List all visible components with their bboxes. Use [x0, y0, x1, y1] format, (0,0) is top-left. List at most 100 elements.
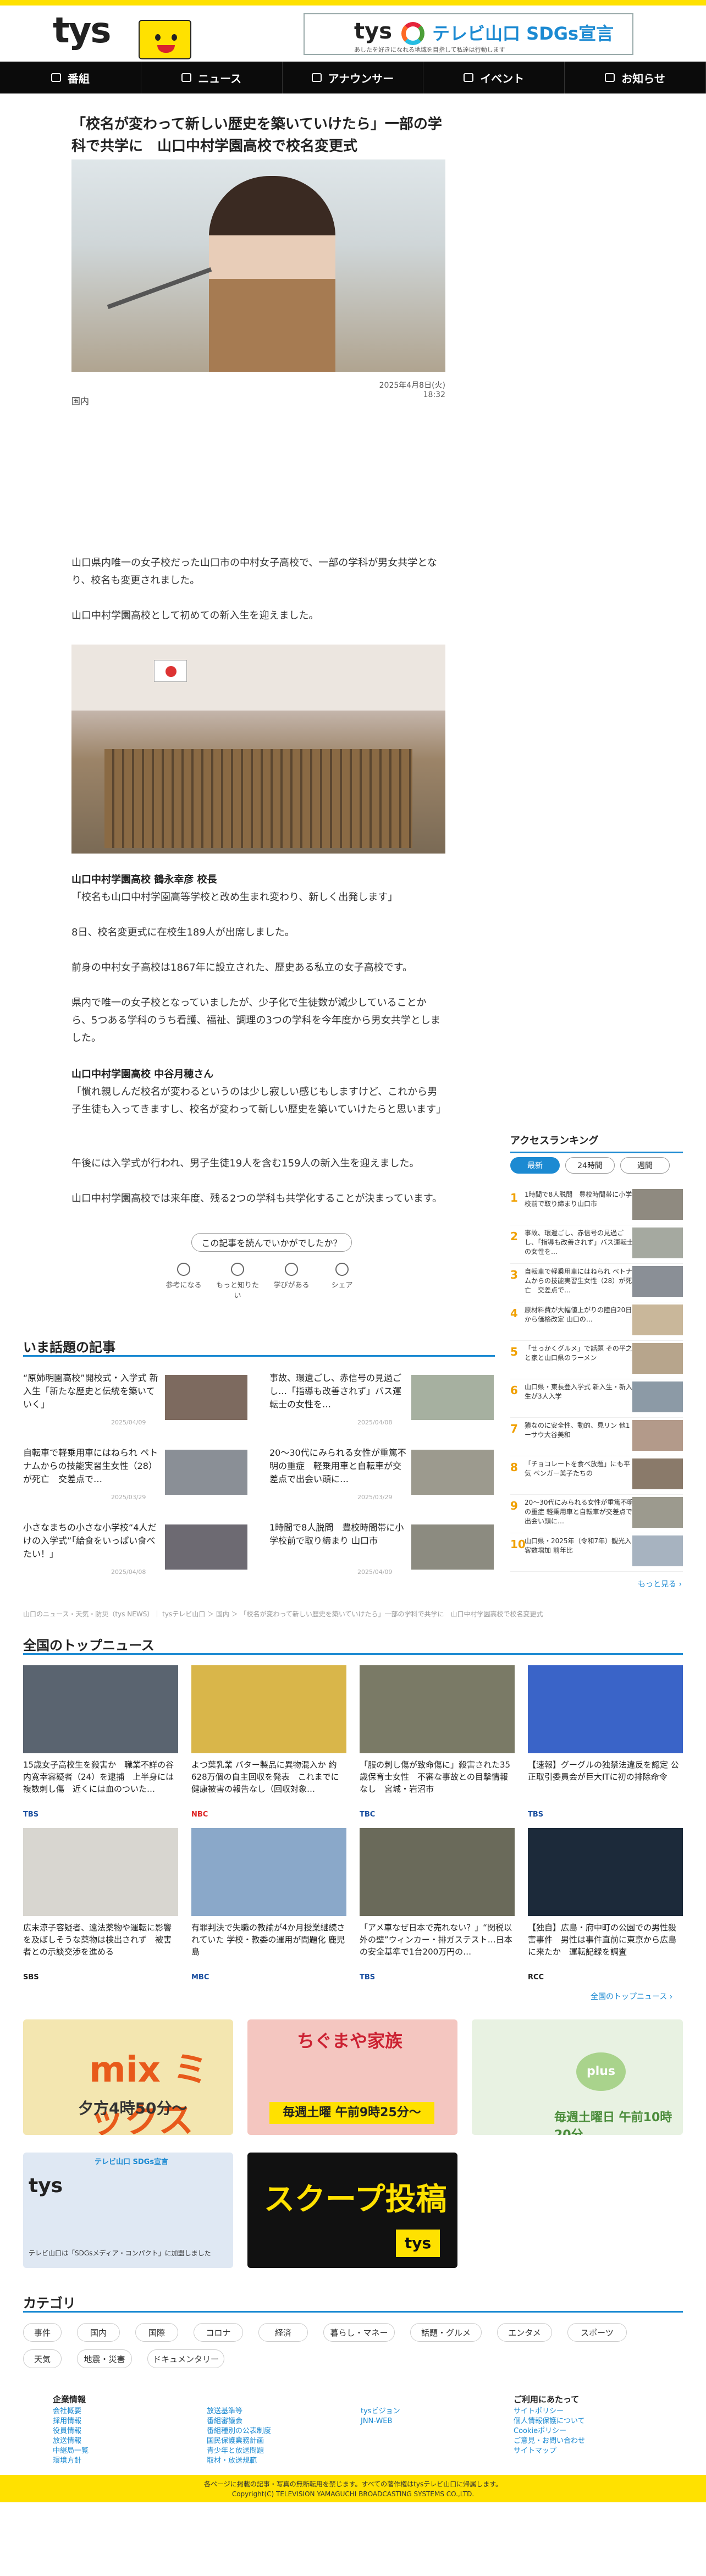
- category-chip[interactable]: 国内: [77, 2323, 120, 2342]
- article-photo-ceremony: [71, 645, 445, 854]
- ranking-row[interactable]: 4 原材料費が大幅値上がりの陸自20日から価格改定 山口の…: [510, 1301, 683, 1341]
- national-news-item[interactable]: 【独自】広島・府中町の公園での男性殺害事件 男性は事件直前に東京から広島に来たか…: [528, 1828, 683, 1988]
- footer-link[interactable]: 役員情報: [53, 2426, 190, 2436]
- footer-link[interactable]: 中継局一覧: [53, 2446, 190, 2456]
- topic-item[interactable]: 小さなまちの小さな小学校“4人だけの入学式”「給食をいっぱい食べたい！」 2025…: [23, 1521, 254, 1582]
- footer-link[interactable]: 国民保護業務計画: [207, 2436, 344, 2446]
- ranking-tab-latest[interactable]: 最新: [510, 1157, 560, 1174]
- banner-plus-time: 毎週土曜日 午前10時20分: [554, 2111, 672, 2135]
- ranking-row[interactable]: 6 山口県・東長登入学式 新入生・新入生が3人入学: [510, 1378, 683, 1418]
- nav-item-event[interactable]: イベント: [423, 62, 565, 93]
- footer-link[interactable]: サイトポリシー: [514, 2407, 657, 2417]
- nav-item-announcer[interactable]: アナウンサー: [283, 62, 424, 93]
- national-news-item[interactable]: 「服の刺し傷が致命傷に」殺害された35歳保育士女性 不審な事故との目撃情報なし …: [360, 1665, 515, 1825]
- ranking-row[interactable]: 3 自転車で軽乗用車にはねられ ペトナムからの技能実習生女性（28）が死亡 交差点…: [510, 1263, 683, 1302]
- ranking-number: 10: [510, 1538, 526, 1551]
- national-more-link[interactable]: 全国のトップニュース ›: [591, 1991, 672, 2002]
- ranking-row[interactable]: 9 20～30代にみられる女性が重篤不明の重症 軽乗用車と自転車が交差点で出会い頭…: [510, 1494, 683, 1533]
- category-chip[interactable]: 国際: [135, 2323, 178, 2342]
- banner-scoop[interactable]: スクープ投稿 tys: [247, 2153, 457, 2268]
- footer-heading: 企業情報: [53, 2395, 86, 2404]
- footer-link[interactable]: 青少年と放送問題: [207, 2446, 344, 2456]
- category-chip[interactable]: ドキュメンタリー: [147, 2349, 224, 2368]
- ranking-row[interactable]: 1 1時間で8人脱問 豊校時間帯に小学校前で取り締まり山口市: [510, 1186, 683, 1225]
- national-news-source: TBC: [360, 1810, 376, 1819]
- ranking-tab-weekly[interactable]: 週間: [620, 1157, 670, 1174]
- national-news-item[interactable]: 広末涼子容疑者、遠法薬物や運転に影響を及ぼしそうな薬物は検出されず 被害者との示…: [23, 1828, 178, 1988]
- footer-link[interactable]: 会社概要: [53, 2407, 190, 2417]
- footer-copyright: 各ページに掲載の記事・写真の無断転用を禁じます。すべての著作権はtysテレビ山口…: [0, 2475, 706, 2502]
- banner-plus[interactable]: plus 毎週土曜日 午前10時20分: [472, 2019, 683, 2135]
- ranking-number: 1: [510, 1191, 518, 1204]
- banner-mix[interactable]: mix ミックス 夕方4時50分～: [23, 2019, 233, 2135]
- category-chip[interactable]: コロナ: [194, 2323, 243, 2342]
- sdgs-banner[interactable]: tys テレビ山口 SDGs宣言 あしたを好きになれる地域を目指して私達は行動し…: [304, 13, 633, 55]
- nav-item-info[interactable]: お知らせ: [565, 62, 706, 93]
- topic-thumb: [165, 1375, 247, 1420]
- banner-chigumaya[interactable]: ちぐまや家族 毎週土曜 午前9時25分～: [247, 2019, 457, 2135]
- ranking-row[interactable]: 5 「せっかくグルメ」で話題 その平之と家と山口県のラーメン: [510, 1340, 683, 1379]
- footer-link[interactable]: 個人情報保護について: [514, 2417, 657, 2426]
- category-chip[interactable]: スポーツ: [567, 2323, 627, 2342]
- national-news-thumb: [528, 1665, 683, 1753]
- category-chip[interactable]: 地震・災害: [77, 2349, 132, 2368]
- ranking-row[interactable]: 10 山口県・2025年（令和7年）観光入客数増加 前年比: [510, 1532, 683, 1572]
- national-news-item[interactable]: 15歳女子高校生を殺害か 職業不詳の谷内寛幸容疑者（24）を逮捕 上半身には複数…: [23, 1665, 178, 1825]
- footer-link[interactable]: 取材・放送規範: [207, 2456, 344, 2466]
- topic-item[interactable]: 自転車で軽乗用車にはねられ ペトナムからの技能実習生女性（28）が死亡 交差点で…: [23, 1446, 254, 1507]
- national-news-item[interactable]: 【速報】グーグルの独禁法違反を認定 公正取引委員会が巨大ITに初の排除命令 TBS: [528, 1665, 683, 1825]
- reaction-know-more[interactable]: もっと知りたい: [216, 1263, 260, 1300]
- category-chip[interactable]: 話題・グルメ: [410, 2323, 482, 2342]
- footer-link[interactable]: 環境方針: [53, 2456, 190, 2466]
- footer-link[interactable]: 番組種別の公表制度: [207, 2426, 344, 2436]
- category-chip[interactable]: 暮らし・マネー: [323, 2323, 395, 2342]
- national-news-title: 【独自】広島・府中町の公園での男性殺害事件 男性は事件直前に東京から広島に来たか…: [528, 1923, 677, 1957]
- ranking-row[interactable]: 7 猿なのに安全性、動的、見リン 他1ーサウ大谷美和: [510, 1417, 683, 1456]
- ranking-rule: [510, 1152, 683, 1153]
- topic-thumb: [411, 1375, 494, 1420]
- ranking-row[interactable]: 8 「チョコレートを食べ放題」にも平気 ペンガー美子たちの: [510, 1455, 683, 1495]
- category-chip[interactable]: 事件: [23, 2323, 62, 2342]
- reaction-share[interactable]: シェア: [320, 1263, 364, 1290]
- nav-item-news[interactable]: ニュース: [141, 62, 283, 93]
- national-news-item[interactable]: 有罪判決で失職の教諭が4か月授業継続されていた 学校・教委の運用が問題化 鹿児島…: [191, 1828, 346, 1988]
- banner-sdgs[interactable]: テレビ山口 SDGs宣言 tys テレビ山口は「SDGsメディア・コンパクト」に…: [23, 2153, 233, 2268]
- reaction-helpful[interactable]: 参考になる: [162, 1263, 206, 1290]
- footer-link[interactable]: 放送基準等: [207, 2407, 344, 2417]
- category-chip[interactable]: 経済: [258, 2323, 308, 2342]
- topic-date: 2025/04/08: [357, 1419, 393, 1426]
- speaker-name: 山口中村学園高校 中谷月穂さん: [71, 1069, 214, 1080]
- ranking-title: 山口県・2025年（令和7年）観光入客数増加 前年比: [525, 1537, 632, 1554]
- category-chip[interactable]: 天気: [23, 2349, 62, 2368]
- ranking-more-link[interactable]: もっと見る ›: [638, 1578, 682, 1589]
- national-news-item[interactable]: 「アメ車なぜ日本で売れない？」“関税以外の壁”ウィンカー・排ガステスト…日本の安…: [360, 1828, 515, 1988]
- topic-item[interactable]: 20～30代にみられる女性が重篤不明の重症 軽乗用車と自転車が交差点で出会い頭に…: [269, 1446, 500, 1507]
- category-chip[interactable]: エンタメ: [497, 2323, 552, 2342]
- national-news-title: 有罪判決で失職の教諭が4か月授業継続されていた 学校・教委の運用が問題化 鹿児島: [191, 1923, 345, 1957]
- footer-link[interactable]: 採用情報: [53, 2417, 190, 2426]
- topic-item[interactable]: 1時間で8人脱問 豊校時間帯に小学校前で取り締まり 山口市 2025/04/09: [269, 1521, 500, 1582]
- breadcrumb[interactable]: 山口のニュース・天気・防災（tys NEWS）｜ tysテレビ山口 ＞ 国内 ＞…: [23, 1609, 683, 1619]
- footer-link[interactable]: JNN-WEB: [361, 2417, 471, 2426]
- reaction-learn[interactable]: 学びがある: [269, 1263, 313, 1290]
- nav-item-programs[interactable]: 番組: [0, 62, 141, 93]
- ranking-tab-24h[interactable]: 24時間: [565, 1157, 615, 1174]
- footer-link[interactable]: ご意見・お問い合わせ: [514, 2436, 657, 2446]
- topic-item[interactable]: “原姉明園高校”開校式・入学式 新入生「新たな歴史と伝統を築いていく」 2025/…: [23, 1372, 254, 1432]
- article-category[interactable]: 国内: [71, 394, 89, 407]
- national-news-title: よつ葉乳業 バター製品に異物混入か 約628万個の自主回収を発表 これまでに健康…: [191, 1760, 339, 1794]
- national-news-thumb: [23, 1665, 178, 1753]
- footer-link[interactable]: サイトマップ: [514, 2446, 657, 2456]
- footer-link[interactable]: tysビジョン: [361, 2407, 471, 2417]
- banner-scoop-tys: tys: [396, 2230, 440, 2257]
- national-news-item[interactable]: よつ葉乳業 バター製品に異物混入か 約628万個の自主回収を発表 これまでに健康…: [191, 1665, 346, 1825]
- site-logo[interactable]: tys: [53, 11, 111, 51]
- national-news-thumb: [191, 1665, 346, 1753]
- topic-item[interactable]: 事故、環遺ごし、赤信号の見過ごし…「指導も改善されず」バス運転士の女性を… 202…: [269, 1372, 500, 1432]
- footer-link[interactable]: 放送情報: [53, 2436, 190, 2446]
- ranking-thumb: [632, 1535, 683, 1566]
- footer-link[interactable]: 番組審議会: [207, 2417, 344, 2426]
- sdgs-tys-logo: tys: [354, 19, 393, 44]
- footer-link[interactable]: Cookieポリシー: [514, 2426, 657, 2436]
- ranking-row[interactable]: 2 事故、環遺ごし、赤信号の見過ごし、「指導も改善されず」バス運転士の女性を…: [510, 1224, 683, 1264]
